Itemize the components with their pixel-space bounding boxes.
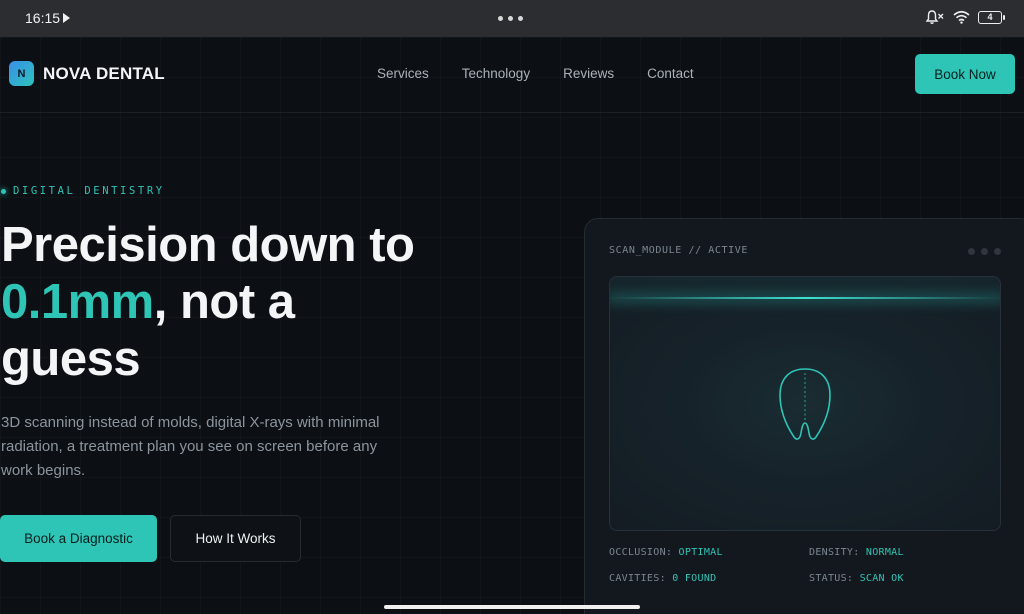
metric-density: DENSITY: NORMAL [809, 547, 904, 558]
play-icon [63, 13, 70, 23]
status-time: 16:15 [25, 10, 61, 26]
scan-module-card: SCAN_MODULE // ACTIVE OCCLUSION: OPTIMAL… [584, 218, 1024, 614]
status-bar: 16:15 4 [0, 0, 1024, 37]
eyebrow-text: DIGITAL DENTISTRY [13, 185, 165, 197]
brand-logo[interactable]: N NOVA DENTAL [9, 61, 165, 86]
metric-occlusion: OCCLUSION: OPTIMAL [609, 547, 723, 558]
headline-line-1: Precision down to [1, 218, 415, 272]
how-it-works-button[interactable]: How It Works [170, 515, 301, 562]
metric-status: STATUS: SCAN OK [809, 573, 904, 584]
hero-eyebrow: DIGITAL DENTISTRY [1, 185, 165, 197]
hero-description: 3D scanning instead of molds, digital X-… [1, 414, 380, 479]
home-indicator[interactable] [384, 605, 640, 609]
brand-name: NOVA DENTAL [43, 63, 165, 83]
nav-link-reviews[interactable]: Reviews [563, 66, 614, 81]
nav-link-services[interactable]: Services [377, 66, 429, 81]
landing-page: N NOVA DENTAL Services Technology Review… [0, 37, 1024, 614]
scan-module-title: SCAN_MODULE // ACTIVE [609, 245, 749, 256]
nav-links: Services Technology Reviews Contact [377, 66, 694, 81]
window-dots-icon [968, 248, 1001, 255]
scan-viewport [609, 276, 1001, 531]
book-diagnostic-button[interactable]: Book a Diagnostic [0, 515, 157, 562]
status-icons: 4 [925, 9, 1005, 25]
headline-line-3: guess [1, 332, 141, 386]
headline-line-2: , not a [153, 275, 295, 329]
more-dots-icon[interactable] [498, 16, 523, 21]
nav-link-contact[interactable]: Contact [647, 66, 694, 81]
hero-headline: Precision down to 0.1mm, not a guess [1, 217, 521, 388]
metric-cavities: CAVITIES: 0 FOUND [609, 573, 717, 584]
bell-muted-icon [925, 10, 944, 24]
wifi-icon [953, 10, 970, 24]
pulse-dot-icon [1, 188, 6, 194]
top-navbar: N NOVA DENTAL Services Technology Review… [0, 37, 1024, 113]
tooth-icon [779, 368, 831, 440]
headline-accent: 0.1mm [1, 275, 154, 329]
scan-line [610, 297, 1000, 299]
book-now-button[interactable]: Book Now [915, 54, 1015, 94]
logo-mark-icon: N [9, 61, 34, 86]
nav-link-technology[interactable]: Technology [462, 66, 530, 81]
battery-icon: 4 [978, 10, 1005, 24]
